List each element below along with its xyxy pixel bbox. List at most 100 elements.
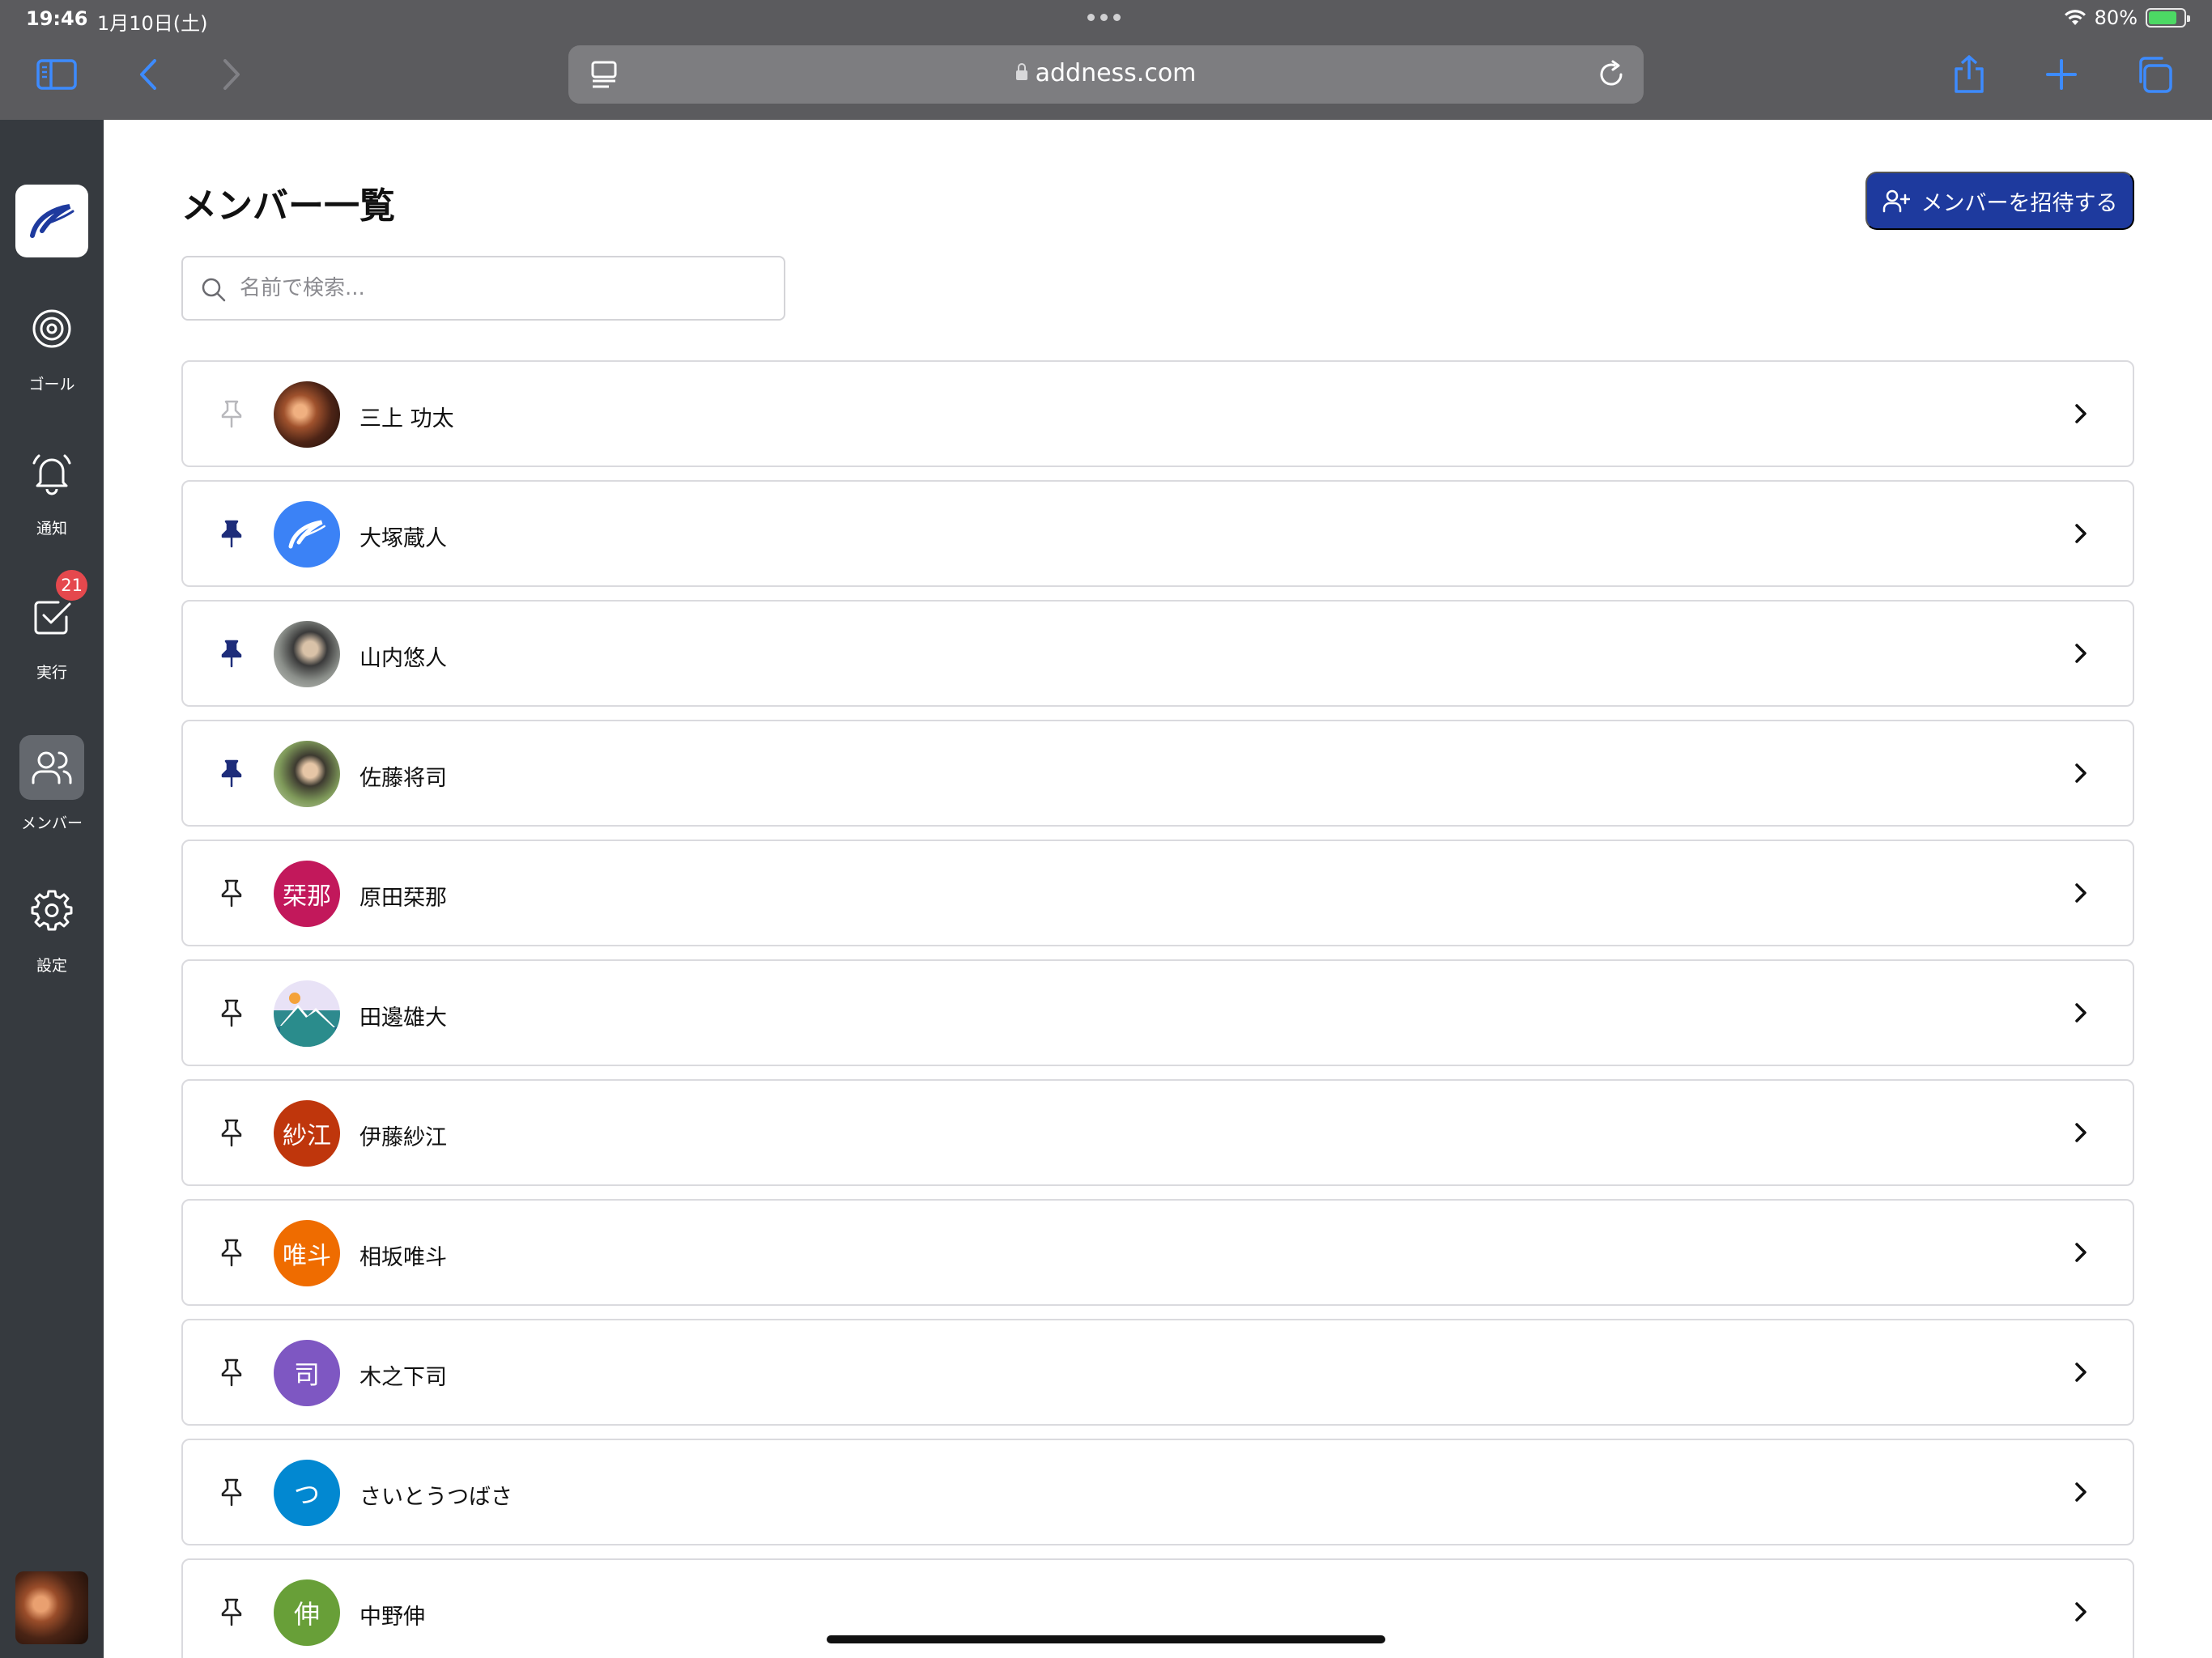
pin-icon[interactable] [215,1116,248,1149]
status-time: 19:46 [26,7,88,30]
bell-icon [32,454,71,495]
pinned-icon[interactable] [215,757,248,789]
member-name: 木之下司 [359,1365,447,1390]
chevron-right-icon [2066,1238,2095,1267]
pin-icon[interactable] [215,1356,248,1388]
addness-logo-icon [30,204,74,238]
sidebar-toggle-icon[interactable] [32,50,81,99]
search-box [181,256,785,321]
search-input[interactable] [240,257,766,319]
share-icon[interactable] [1945,50,1993,99]
avatar [274,741,340,807]
member-name: 伊藤紗江 [359,1125,447,1150]
app-sidebar: ゴール 通知 21 実行 メンバー 設定 [0,120,104,1658]
chevron-right-icon [2066,1118,2095,1147]
sidebar-item-label: ゴール [28,376,75,393]
lock-icon [1015,63,1027,80]
current-user-avatar[interactable] [15,1571,88,1644]
browser-chrome: 19:46 1月10日(土) 80% addness.com [0,0,2212,120]
search-icon [202,278,226,302]
avatar-initials: 司 [293,1359,320,1390]
pin-icon[interactable] [215,1476,248,1508]
member-name: 大塚蔵人 [359,526,447,551]
task-count-badge: 21 [56,570,87,601]
gear-icon [31,890,73,931]
avatar [274,621,340,687]
target-icon [32,309,71,348]
users-icon [32,751,72,784]
forward-icon[interactable] [207,50,256,99]
multitasking-dots[interactable] [1087,14,1121,21]
avatar [274,501,340,568]
member-row[interactable]: 唯斗 相坂唯斗 [181,1199,2134,1306]
pin-icon[interactable] [215,877,248,909]
avatar [274,980,340,1047]
member-row[interactable]: 栞那 原田栞那 [181,840,2134,946]
add-user-icon [1882,189,1910,213]
invite-member-button[interactable]: メンバーを招待する [1865,172,2134,230]
battery-icon [2146,8,2190,28]
member-name: 三上 功太 [359,406,454,432]
member-name: 田邊雄大 [359,1005,447,1031]
avatar: 唯斗 [274,1220,340,1286]
sidebar-item-label: メンバー [20,814,83,832]
sidebar-item-execute[interactable]: 21 実行 [0,570,104,682]
avatar [274,381,340,448]
member-row[interactable]: 田邊雄大 [181,959,2134,1066]
app-logo[interactable] [15,185,88,257]
invite-member-label: メンバーを招待する [1921,190,2118,215]
member-name: 相坂唯斗 [359,1245,447,1270]
sidebar-item-settings[interactable]: 設定 [0,878,104,976]
member-row[interactable]: 大塚蔵人 [181,480,2134,587]
battery-percent: 80% [2094,6,2138,29]
avatar: つ [274,1460,340,1526]
pin-icon[interactable] [215,997,248,1029]
member-row[interactable]: 三上 功太 [181,360,2134,467]
home-indicator[interactable] [827,1635,1385,1643]
sidebar-item-label: 設定 [36,957,67,975]
status-bar: 19:46 1月10日(土) 80% [0,0,2212,39]
chevron-right-icon [2066,878,2095,908]
pin-icon[interactable] [215,397,248,430]
pinned-icon[interactable] [215,637,248,670]
sidebar-item-label: 実行 [36,664,67,682]
avatar-initials: 伸 [293,1599,320,1630]
member-name: 佐藤将司 [359,766,447,791]
pin-icon[interactable] [215,1236,248,1269]
pinned-icon[interactable] [215,517,248,550]
tabs-overview-icon[interactable] [2129,50,2178,99]
member-row[interactable]: 佐藤将司 [181,720,2134,827]
member-row[interactable]: 紗江 伊藤紗江 [181,1079,2134,1186]
member-name: 中野伸 [359,1605,425,1630]
chevron-right-icon [2066,759,2095,788]
member-name: さいとうつばさ [359,1485,513,1510]
page-title: メンバー一覧 [181,185,395,227]
reload-icon[interactable] [1597,60,1626,89]
avatar-initials: つ [293,1479,320,1510]
avatar: 司 [274,1340,340,1406]
status-right: 80% [2064,6,2190,29]
sidebar-item-members[interactable]: メンバー [0,735,104,833]
chevron-right-icon [2066,399,2095,428]
address-bar[interactable]: addness.com [568,45,1644,104]
member-row[interactable]: 司 木之下司 [181,1319,2134,1426]
member-name: 山内悠人 [359,646,447,671]
sidebar-item-notifications[interactable]: 通知 [0,440,104,538]
pin-icon[interactable] [215,1596,248,1628]
member-row[interactable]: 山内悠人 [181,600,2134,707]
member-row[interactable]: つ さいとうつばさ [181,1439,2134,1545]
avatar: 伸 [274,1579,340,1646]
sidebar-item-goal[interactable]: ゴール [0,296,104,394]
url-text: addness.com [568,59,1644,87]
new-tab-icon[interactable] [2037,50,2086,99]
chevron-right-icon [2066,998,2095,1027]
back-icon[interactable] [124,50,172,99]
chevron-right-icon [2066,639,2095,668]
sidebar-item-label: 通知 [36,520,67,538]
avatar-initials: 唯斗 [283,1242,331,1270]
wifi-icon [2064,10,2086,25]
avatar: 栞那 [274,861,340,927]
avatar-initials: 紗江 [283,1122,331,1150]
checkbox-icon [34,601,71,635]
member-name: 原田栞那 [359,886,447,911]
